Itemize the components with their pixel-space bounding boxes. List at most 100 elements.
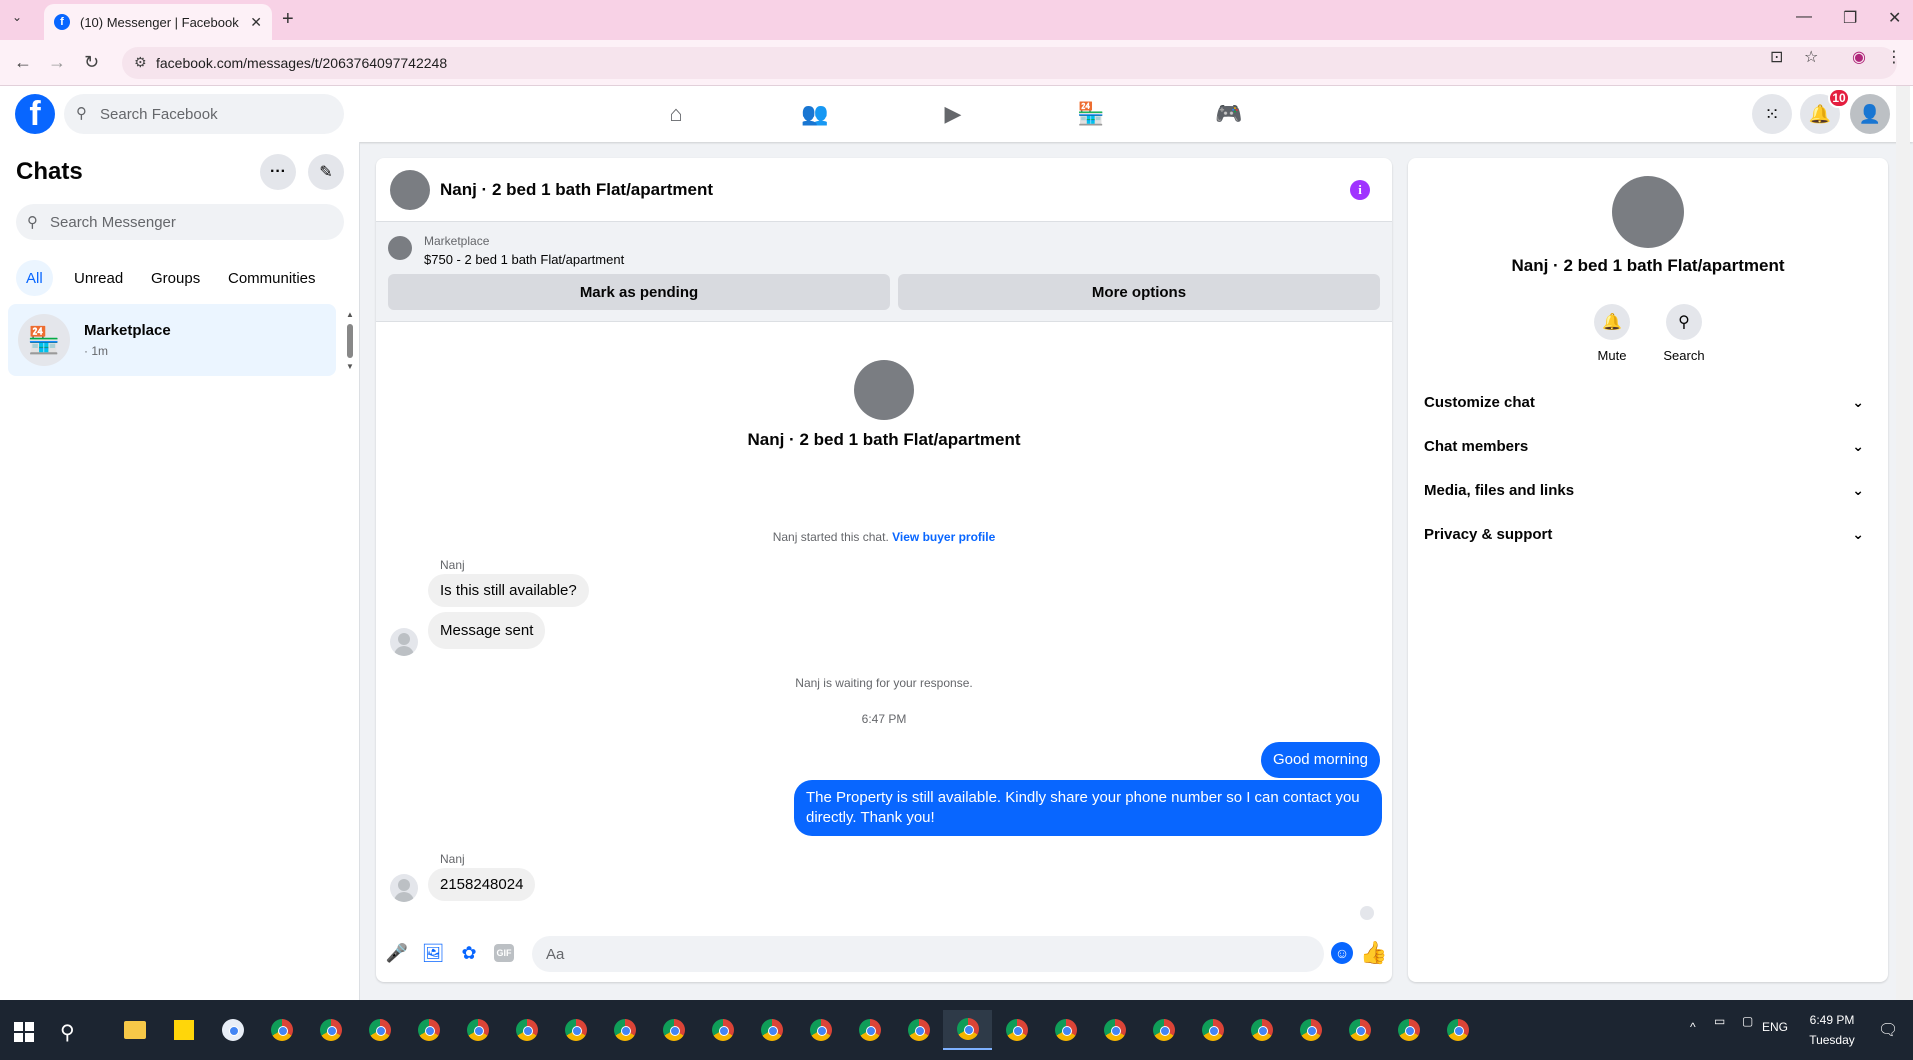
chrome-profile-icon[interactable] bbox=[502, 1010, 551, 1050]
outgoing-message[interactable]: Good morning bbox=[1260, 742, 1380, 778]
message-input[interactable]: Aa bbox=[532, 936, 1324, 972]
contact-profile-avatar[interactable] bbox=[1612, 176, 1684, 248]
chrome-profile-icon[interactable] bbox=[1237, 1010, 1286, 1050]
search-in-chat-button[interactable]: ⚲ Search bbox=[1644, 304, 1724, 363]
mute-button[interactable]: 🔔 Mute bbox=[1572, 304, 1652, 363]
info-icon[interactable]: i bbox=[1350, 180, 1370, 200]
outgoing-message[interactable]: The Property is still available. Kindly … bbox=[794, 780, 1382, 836]
sticky-notes-icon[interactable] bbox=[159, 1010, 208, 1050]
chrome-profile-icon[interactable] bbox=[649, 1010, 698, 1050]
video-icon[interactable]: ▶ bbox=[939, 100, 967, 128]
listing-price[interactable]: $750 - 2 bed 1 bath Flat/apartment bbox=[424, 252, 624, 267]
scroll-down-icon[interactable]: ▼ bbox=[346, 362, 354, 371]
chrome-profile-icon[interactable] bbox=[453, 1010, 502, 1050]
chrome-profile-icon[interactable] bbox=[1139, 1010, 1188, 1050]
chrome-profile-icon[interactable] bbox=[355, 1010, 404, 1050]
filter-tab-groups[interactable]: Groups bbox=[141, 260, 210, 296]
chat-list-item[interactable]: 🏪 Marketplace · 1m bbox=[8, 304, 336, 376]
network-icon[interactable]: ▭ bbox=[1714, 1014, 1725, 1028]
chrome-profile-icon[interactable] bbox=[992, 1010, 1041, 1050]
url-field[interactable]: ⚙ facebook.com/messages/t/20637640977422… bbox=[122, 47, 1897, 79]
taskbar-search-icon[interactable]: ⚲ bbox=[60, 1020, 75, 1045]
site-info-icon[interactable]: ⚙ bbox=[134, 54, 147, 71]
forward-icon[interactable]: → bbox=[48, 52, 66, 73]
chrome-profile-icon[interactable] bbox=[845, 1010, 894, 1050]
incoming-message[interactable]: Message sent bbox=[428, 612, 546, 649]
conversation-avatar[interactable] bbox=[390, 170, 430, 210]
new-tab-icon[interactable]: + bbox=[282, 8, 294, 31]
menu-grid-icon[interactable]: ⁙ bbox=[1752, 94, 1792, 134]
messenger-search-input[interactable]: ⚲ Search Messenger bbox=[16, 204, 344, 240]
microphone-icon[interactable]: 🎤 bbox=[386, 942, 408, 964]
chrome-profile-icon[interactable] bbox=[796, 1010, 845, 1050]
attach-image-icon[interactable]: 🖼 bbox=[422, 942, 445, 964]
chrome-profile-icon[interactable] bbox=[1384, 1010, 1433, 1050]
contact-avatar[interactable] bbox=[854, 360, 914, 420]
browser-tab[interactable]: f (10) Messenger | Facebook ✕ bbox=[44, 4, 272, 40]
sidebar-scrollbar[interactable]: ▲ ▼ bbox=[346, 310, 354, 371]
file-explorer-icon[interactable] bbox=[110, 1010, 159, 1050]
minimize-icon[interactable]: — bbox=[1796, 8, 1812, 26]
paint-icon[interactable] bbox=[208, 1010, 257, 1050]
reload-icon[interactable]: ↻ bbox=[84, 52, 99, 73]
marketplace-icon[interactable]: 🏪 bbox=[1077, 100, 1105, 128]
profile-icon[interactable]: ◉ bbox=[1852, 47, 1866, 67]
gif-icon[interactable]: GIF bbox=[494, 944, 514, 962]
new-message-icon[interactable]: ✎ bbox=[308, 154, 344, 190]
chrome-profile-icon[interactable] bbox=[306, 1010, 355, 1050]
account-avatar[interactable]: 👤 bbox=[1850, 94, 1890, 134]
sticker-icon[interactable]: ✿ bbox=[458, 942, 480, 964]
filter-tab-communities[interactable]: Communities bbox=[218, 260, 326, 296]
scroll-thumb[interactable] bbox=[347, 324, 353, 358]
page-scrollbar[interactable] bbox=[1896, 86, 1910, 1000]
chrome-profile-icon[interactable] bbox=[1335, 1010, 1384, 1050]
language-indicator[interactable]: ENG bbox=[1762, 1020, 1788, 1034]
install-app-icon[interactable]: ⊡ bbox=[1770, 47, 1783, 67]
scroll-up-icon[interactable]: ▲ bbox=[346, 310, 354, 319]
meet-icon[interactable]: ▢ bbox=[1742, 1014, 1753, 1028]
customize-chat-section[interactable]: Customize chat ⌄ bbox=[1424, 380, 1872, 424]
filter-tab-unread[interactable]: Unread bbox=[64, 260, 133, 296]
chrome-profile-icon[interactable] bbox=[551, 1010, 600, 1050]
mark-as-pending-button[interactable]: Mark as pending bbox=[388, 274, 890, 310]
incoming-message[interactable]: 2158248024 bbox=[428, 868, 536, 901]
taskbar-clock[interactable]: 6:49 PM Tuesday bbox=[1800, 1010, 1864, 1050]
more-options-button[interactable]: More options bbox=[898, 274, 1380, 310]
close-window-icon[interactable]: ✕ bbox=[1888, 8, 1901, 28]
chrome-profile-icon[interactable] bbox=[1433, 1010, 1482, 1050]
chrome-profile-icon[interactable] bbox=[1041, 1010, 1090, 1050]
gaming-icon[interactable]: 🎮 bbox=[1215, 100, 1243, 128]
back-icon[interactable]: ← bbox=[14, 52, 32, 73]
chrome-profile-icon[interactable] bbox=[1286, 1010, 1335, 1050]
thumbs-up-icon[interactable]: 👍 bbox=[1360, 940, 1387, 966]
tray-chevron-up-icon[interactable]: ^ bbox=[1690, 1020, 1696, 1034]
friends-icon[interactable]: 👥 bbox=[801, 100, 829, 128]
chrome-profile-icon[interactable] bbox=[1188, 1010, 1237, 1050]
bookmark-star-icon[interactable]: ☆ bbox=[1804, 47, 1818, 67]
home-icon[interactable]: ⌂ bbox=[662, 100, 690, 128]
chrome-profile-icon[interactable] bbox=[894, 1010, 943, 1050]
facebook-logo-icon[interactable]: f bbox=[15, 94, 55, 134]
view-buyer-profile-link[interactable]: View buyer profile bbox=[892, 530, 995, 544]
conversation-title[interactable]: Nanj · 2 bed 1 bath Flat/apartment bbox=[440, 180, 713, 200]
restore-icon[interactable]: ❐ bbox=[1843, 8, 1857, 28]
privacy-support-section[interactable]: Privacy & support ⌄ bbox=[1424, 512, 1872, 556]
chrome-profile-icon[interactable] bbox=[1090, 1010, 1139, 1050]
browser-menu-icon[interactable]: ⋮ bbox=[1886, 47, 1902, 67]
chrome-profile-icon[interactable] bbox=[698, 1010, 747, 1050]
chrome-profile-icon-active[interactable] bbox=[943, 1010, 992, 1050]
media-files-links-section[interactable]: Media, files and links ⌄ bbox=[1424, 468, 1872, 512]
emoji-icon[interactable]: ☺ bbox=[1331, 942, 1353, 964]
close-tab-icon[interactable]: ✕ bbox=[250, 14, 262, 31]
facebook-search-input[interactable]: ⚲ Search Facebook bbox=[64, 94, 344, 134]
notification-center-icon[interactable]: 🗨 bbox=[1878, 1020, 1898, 1040]
filter-tab-all[interactable]: All bbox=[16, 260, 53, 296]
tab-search-icon[interactable]: ⌄ bbox=[12, 10, 22, 24]
chrome-profile-icon[interactable] bbox=[600, 1010, 649, 1050]
incoming-message[interactable]: Is this still available? bbox=[428, 574, 589, 607]
windows-start-icon[interactable] bbox=[14, 1022, 34, 1042]
chrome-icon[interactable] bbox=[257, 1010, 306, 1050]
chat-members-section[interactable]: Chat members ⌄ bbox=[1424, 424, 1872, 468]
chrome-profile-icon[interactable] bbox=[404, 1010, 453, 1050]
chrome-profile-icon[interactable] bbox=[747, 1010, 796, 1050]
